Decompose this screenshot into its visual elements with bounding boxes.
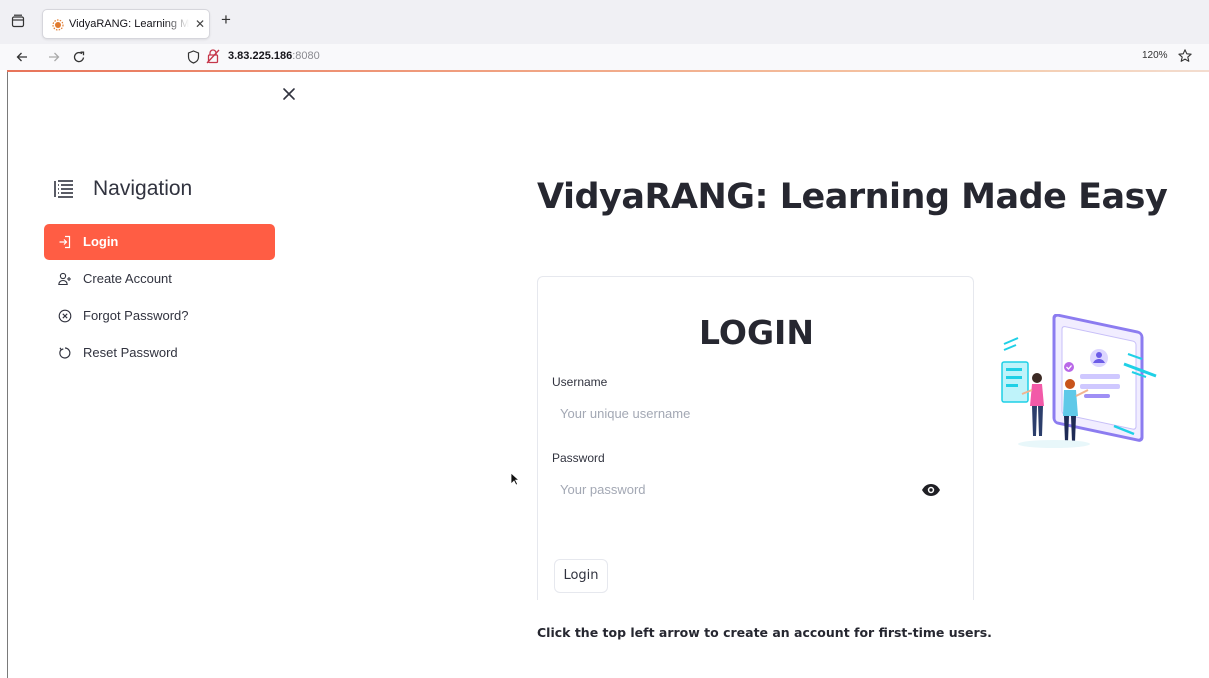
username-input[interactable]: [552, 395, 960, 431]
browser-tab[interactable]: VidyaRANG: Learning Made Easy ✕: [42, 9, 210, 39]
url-text: 3.83.225.186:8080: [228, 50, 320, 62]
list-icon: [54, 180, 73, 198]
close-sidebar-icon[interactable]: [281, 86, 297, 102]
login-form: LOGIN Username Password Login: [537, 276, 974, 600]
password-label: Password: [552, 451, 605, 465]
form-heading: LOGIN: [699, 313, 814, 352]
sidebar-item-label: Create Account: [83, 271, 172, 286]
reload-icon[interactable]: [71, 49, 87, 65]
browser-nav-bar: 3.83.225.186:8080 120%: [0, 44, 1209, 70]
sidebar-menu: Login Create Account Forgot Password? Re…: [44, 224, 275, 372]
forward-arrow-icon[interactable]: [46, 49, 62, 65]
x-circle-icon: [58, 309, 72, 323]
star-icon[interactable]: [1177, 48, 1193, 64]
lock-warning-icon[interactable]: [206, 49, 220, 64]
sidebar-item-login[interactable]: Login: [44, 224, 275, 260]
login-illustration: [1001, 314, 1157, 448]
favicon-icon: [52, 19, 64, 31]
person-add-icon: [58, 272, 71, 286]
page-load-bar: [7, 70, 1209, 72]
sidebar-item-label: Login: [83, 234, 119, 249]
sidebar-item-create-account[interactable]: Create Account: [44, 261, 275, 297]
reset-icon: [59, 347, 71, 359]
zoom-level[interactable]: 120%: [1142, 50, 1168, 61]
login-icon: [59, 235, 71, 249]
sidebar-item-label: Forgot Password?: [83, 308, 189, 323]
sidebar-item-label: Reset Password: [83, 345, 178, 360]
sidebar-item-reset-password[interactable]: Reset Password: [44, 335, 275, 371]
page-title: VidyaRANG: Learning Made Easy: [537, 177, 1168, 217]
close-icon[interactable]: ✕: [193, 17, 207, 31]
password-input[interactable]: [552, 471, 960, 507]
eye-icon[interactable]: [921, 483, 941, 497]
shield-icon[interactable]: [187, 50, 200, 64]
plus-icon[interactable]: +: [219, 11, 233, 28]
username-label: Username: [552, 375, 608, 389]
mouse-cursor-icon: [510, 472, 520, 486]
hint-text: Click the top left arrow to create an ac…: [537, 625, 992, 640]
browser-tab-bar: VidyaRANG: Learning Made Easy ✕ +: [0, 0, 1209, 44]
back-arrow-icon[interactable]: [14, 49, 30, 65]
login-button[interactable]: Login: [554, 559, 608, 593]
url-bar[interactable]: 3.83.225.186:8080: [183, 48, 483, 66]
url-host: 3.83.225.186: [228, 50, 293, 62]
window-edge: [7, 72, 8, 678]
tab-list-icon[interactable]: [11, 14, 25, 28]
tab-title: VidyaRANG: Learning Made Easy: [69, 18, 189, 30]
sidebar-title: Navigation: [93, 177, 193, 200]
url-port: :8080: [292, 50, 320, 62]
sidebar-item-forgot-password[interactable]: Forgot Password?: [44, 298, 275, 334]
